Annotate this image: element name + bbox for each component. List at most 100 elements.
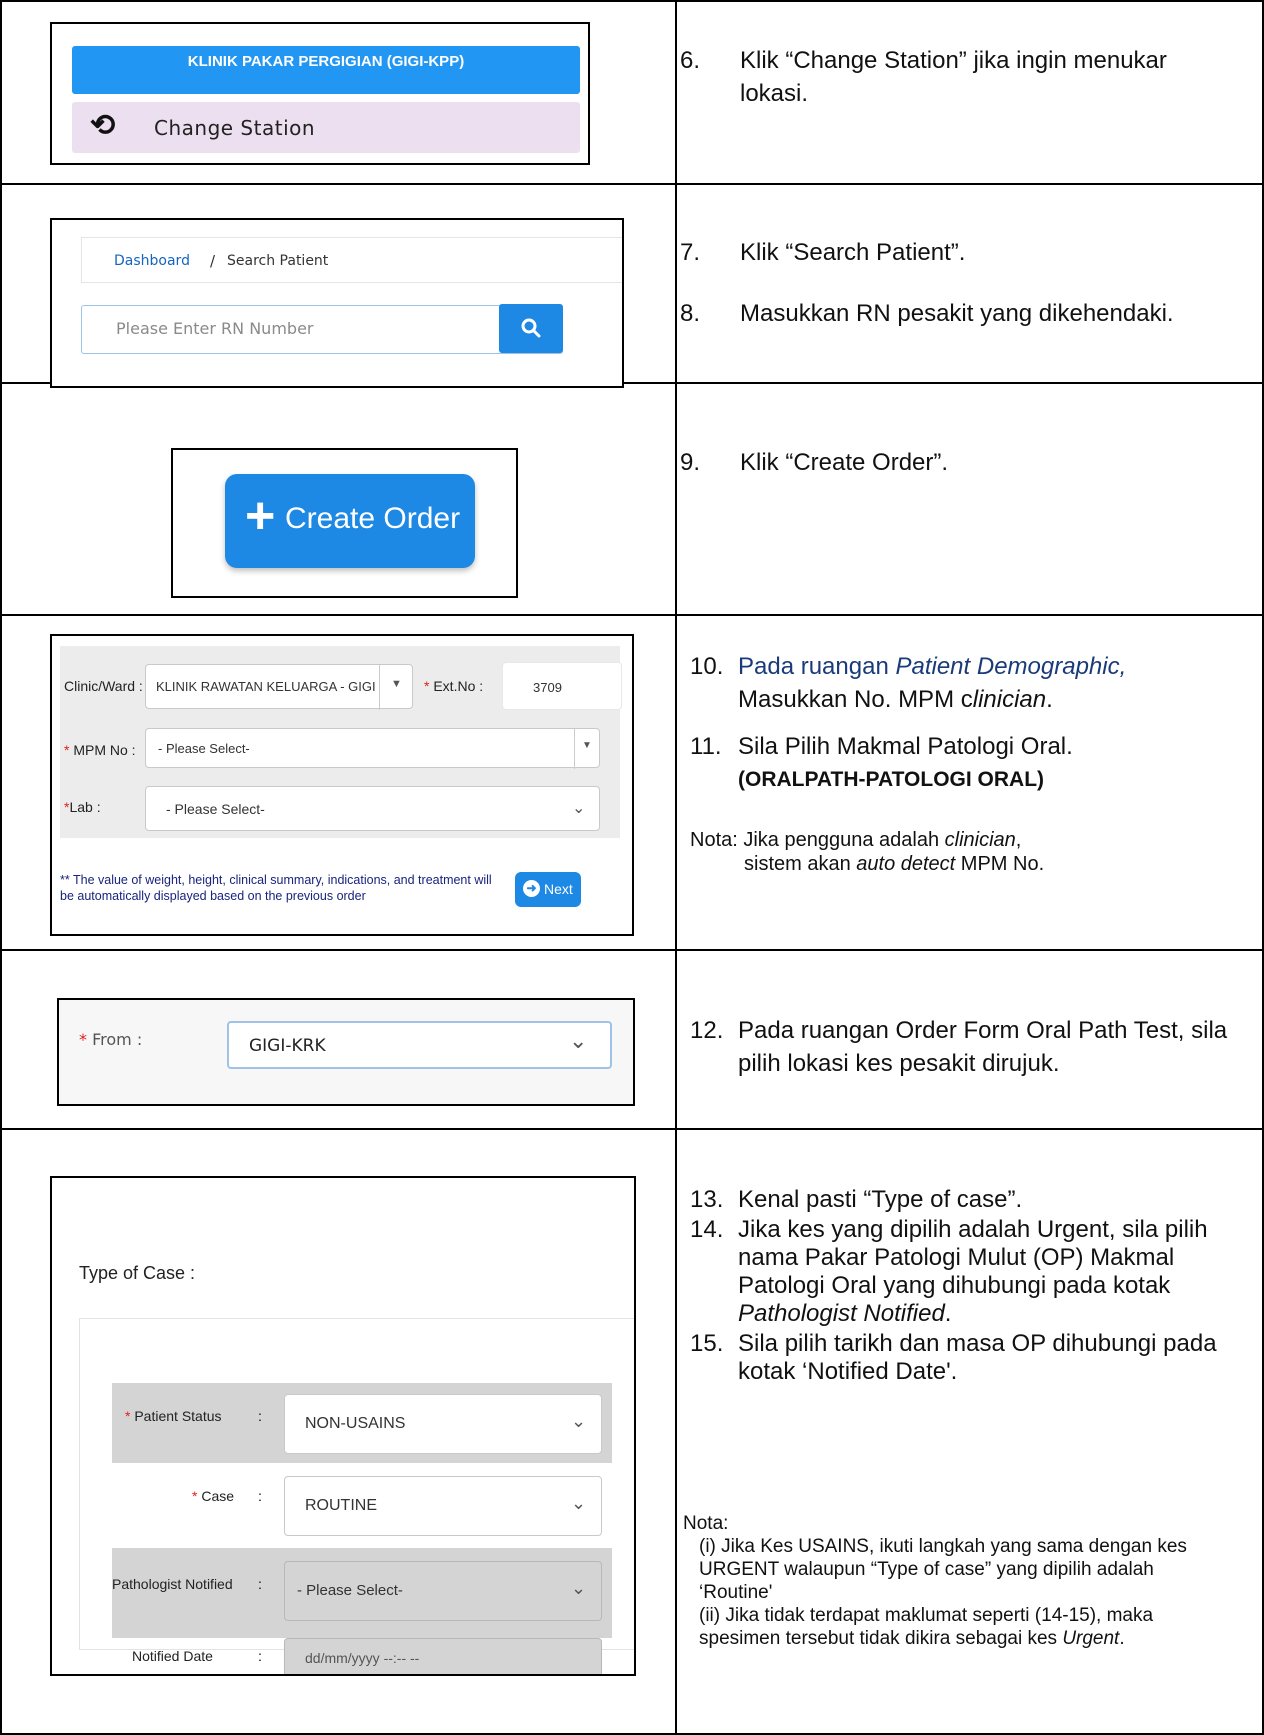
undo-icon: ⟲ [90,109,116,142]
type-of-case-label: Type of Case : [79,1263,196,1283]
step-text: Pada ruangan [738,653,896,680]
change-station-screenshot: KLINIK PAKAR PERGIGIAN (GIGI-KPP) ⟲ Chan… [50,22,590,165]
row-divider [0,949,1264,951]
note-text: Nota: Jika pengguna adalah [690,829,945,851]
patient-status-label: * Patient Status [125,1408,222,1424]
search-button[interactable] [499,304,563,353]
note-text: MPM No. [955,853,1045,875]
case-label-text: Case [201,1488,235,1504]
notified-date-value: dd/mm/yyyy --:-- -- [305,1650,420,1666]
steps-13-15: 13. Kenal pasti “Type of case”. 14. Jika k… [690,1186,1260,1402]
row-divider [0,614,1264,616]
colon: : [258,1648,262,1664]
patient-status-select[interactable]: NON-USAINS ⌄ [284,1394,602,1454]
step-text: . [1046,686,1053,713]
breadcrumb: Dashboard / Search Patient [81,237,622,283]
table-border-top [0,0,1264,2]
step-number: 14. [690,1216,724,1243]
mpm-no-select[interactable]: - Please Select- ▼ [145,728,600,769]
note-item-i: (i) Jika Kes USAINS, ikuti langkah yang … [699,1536,1187,1603]
create-order-button[interactable]: + Create Order [225,474,475,568]
plus-icon: + [245,487,276,545]
auto-display-note: ** The value of weight, height, clinical… [60,872,500,904]
step-number: 9. [680,449,701,476]
step-number: 6. [680,47,701,74]
case-value: ROUTINE [305,1497,377,1514]
oralpath-lab-text: (ORALPATH-PATOLOGI ORAL) [738,768,1045,791]
step-number: 7. [680,239,701,266]
note-text-italic: auto detect [856,853,956,875]
step-text-italic: Pathologist Notified [738,1300,945,1327]
step-number: 10. [690,653,724,680]
patient-demographic-screenshot: Clinic/Ward : KLINIK RAWATAN KELUARGA - … [50,634,634,936]
search-icon [521,318,541,338]
row-divider [0,1128,1264,1130]
pathologist-notified-label: Pathologist Notified [112,1576,233,1592]
mpm-no-value: - Please Select- [158,741,250,756]
auto-display-note-text: ** The value of weight, height, clinical… [60,873,492,903]
case-select[interactable]: ROUTINE ⌄ [284,1476,602,1536]
note-text: sistem akan [744,853,857,875]
clinic-ward-label: Clinic/Ward : [64,678,143,694]
mpm-no-label-text: MPM No : [73,742,136,758]
step-number: 12. [690,1017,724,1044]
step-text-italic: Patient Demographic, [895,653,1127,680]
search-input[interactable]: Please Enter RN Number [81,305,563,354]
create-order-label: Create Order [285,502,461,535]
ext-no-label: * Ext.No : [424,678,484,694]
nota-clinician: Nota: Jika pengguna adalah clinician, si… [690,828,1250,876]
step-text: Sila pilih tarikh dan masa OP dihubungi … [738,1330,1217,1385]
from-value: GIGI-KRK [249,1036,326,1056]
clinic-ward-select[interactable]: KLINIK RAWATAN KELUARGA - GIGI ▼ [145,664,413,710]
step-text: Pada ruangan Order Form Oral Path Test, … [738,1017,1228,1077]
steps-7-8: 7. Klik “Search Patient”. 8. Masukkan RN p… [680,236,1240,346]
note-text: , [1015,829,1022,851]
colon: : [258,1488,262,1504]
chevron-down-icon: ⌄ [571,1411,587,1431]
dropdown-arrow-icon [379,665,380,710]
lab-select[interactable]: - Please Select- ⌄ [145,786,600,831]
step-number: 13. [690,1186,724,1213]
step-text: Klik “Search Patient”. [740,239,966,266]
from-select[interactable]: GIGI-KRK ⌄ [227,1021,612,1069]
type-of-case-screenshot: Type of Case : * Patient Status : NON-US… [50,1176,636,1676]
chevron-down-icon: ⌄ [572,800,586,817]
change-station-button[interactable]: ⟲ Change Station [72,102,580,153]
mpm-no-label: * MPM No : [64,742,136,758]
caret-down-icon: ▼ [582,740,592,751]
pathologist-notified-select[interactable]: - Please Select- ⌄ [284,1561,602,1621]
from-label: * From : [79,1030,143,1049]
breadcrumb-separator: / [210,252,216,270]
search-placeholder: Please Enter RN Number [116,319,314,338]
colon: : [258,1576,262,1592]
step-text: Klik “Change Station” jika ingin menukar… [740,47,1167,107]
step-number: 11. [690,733,722,760]
table-border-left [0,0,2,1735]
ext-no-input[interactable]: 3709 [502,662,622,710]
clinic-ward-value: KLINIK RAWATAN KELUARGA - GIGI [156,679,376,694]
step-text: Kenal pasti “Type of case”. [738,1186,1023,1213]
note-text: . [1119,1628,1125,1649]
patient-status-label-text: Patient Status [134,1408,222,1424]
lab-value: - Please Select- [166,801,265,817]
note-text-italic: Urgent [1062,1628,1120,1649]
next-button[interactable]: ➜ Next [515,872,581,907]
notified-date-input[interactable]: dd/mm/yyyy --:-- -- [284,1638,602,1674]
station-button[interactable]: KLINIK PAKAR PERGIGIAN (GIGI-KPP) [72,46,580,94]
nota-usains: Nota: (i) Jika Kes USAINS, ikuti langkah… [683,1512,1253,1650]
chevron-down-icon: ⌄ [569,1028,588,1053]
note-title: Nota: [683,1513,729,1534]
next-button-label: Next [544,881,573,897]
step-text: . [944,1300,952,1327]
arrow-right-circle-icon: ➜ [523,880,540,897]
step-text: Sila Pilih Makmal Patologi Oral. [738,733,1073,760]
step-text-italic: linician [972,686,1047,713]
note-text-italic: clinician [944,829,1016,851]
patient-status-value: NON-USAINS [305,1415,406,1432]
notified-date-label: Notified Date [132,1648,213,1664]
caret-down-icon: ▼ [391,678,402,690]
ext-no-value: 3709 [533,680,562,695]
breadcrumb-dashboard-link[interactable]: Dashboard [114,253,190,269]
step-text: Jika kes yang dipilih adalah Urgent, sil… [738,1216,1208,1299]
case-label: * Case [192,1488,235,1504]
